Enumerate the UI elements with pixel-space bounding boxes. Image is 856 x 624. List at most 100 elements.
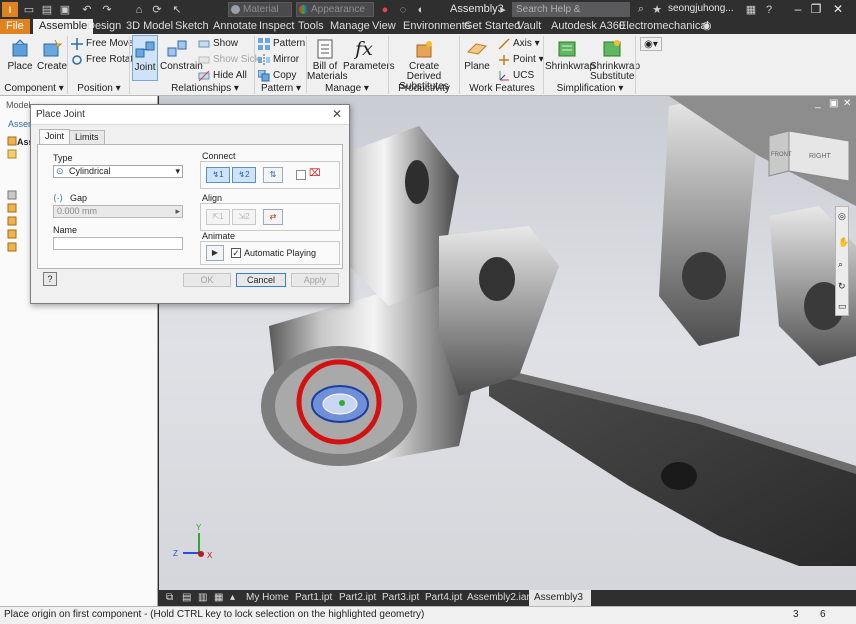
- user-account-menu[interactable]: seongjuhong...: [668, 3, 734, 14]
- pattern-panel-label[interactable]: Pattern ▾: [256, 82, 306, 95]
- play-button[interactable]: ▶: [206, 245, 224, 261]
- favorites-star-icon[interactable]: ★: [650, 2, 664, 17]
- clear-override-icon[interactable]: ◌: [396, 2, 410, 17]
- pan-icon[interactable]: ✋: [838, 237, 849, 248]
- lock-checkbox[interactable]: [296, 170, 306, 180]
- dialog-title-bar[interactable]: Place Joint ✕: [31, 105, 349, 125]
- productivity-panel-label[interactable]: Productivity: [392, 82, 456, 95]
- show-button[interactable]: Show: [198, 37, 238, 51]
- adjust-icon[interactable]: ◐: [414, 2, 428, 17]
- save-icon[interactable]: ▣: [58, 2, 72, 17]
- ribbon-options-icon[interactable]: ◉: [696, 19, 718, 34]
- joint-button[interactable]: Joint: [132, 35, 158, 81]
- doc-tab-part2[interactable]: Part2.ipt: [334, 590, 381, 606]
- parameters-button[interactable]: fx Parameters: [343, 38, 395, 72]
- work-features-panel-label[interactable]: Work Features: [462, 82, 542, 95]
- model-tab-label[interactable]: Model: [6, 100, 31, 110]
- minimize-button[interactable]: –: [790, 2, 806, 17]
- relationships-panel-label[interactable]: Relationships ▾: [160, 82, 250, 95]
- place-button[interactable]: Place: [6, 38, 34, 72]
- color-override-icon[interactable]: ●: [378, 2, 392, 17]
- name-input[interactable]: [53, 237, 183, 250]
- home-icon[interactable]: ⌂: [132, 2, 146, 17]
- component-panel-label[interactable]: Component ▾: [2, 82, 66, 95]
- doc-tabs-menu-icon[interactable]: ▴: [225, 590, 240, 606]
- ribbon-expand-button[interactable]: ◉▾: [640, 37, 662, 51]
- viewport-minimize-button[interactable]: _: [815, 98, 821, 109]
- gap-input[interactable]: 0.000 mm ▸: [53, 205, 183, 218]
- help-icon[interactable]: ?: [762, 2, 776, 17]
- document-tab-bar: ⧉ ▤ ▥ ▦ ▴ My Home Part1.ipt Part2.ipt Pa…: [159, 590, 856, 619]
- binoculars-icon[interactable]: ⌕: [634, 2, 648, 17]
- doc-tab-part3[interactable]: Part3.ipt: [377, 590, 424, 606]
- active-doc-tab-label: Assembly3: [534, 592, 583, 603]
- copy-button[interactable]: Copy: [258, 69, 296, 83]
- appearance-dropdown[interactable]: Appearance: [296, 2, 374, 17]
- apply-button[interactable]: Apply: [291, 273, 339, 287]
- viewport-close-button[interactable]: ✕: [843, 98, 851, 109]
- doc-tab-part1[interactable]: Part1.ipt: [290, 590, 337, 606]
- zoom-icon[interactable]: ⌕: [838, 259, 843, 270]
- look-at-icon[interactable]: ▭: [838, 301, 847, 312]
- ok-button[interactable]: OK: [183, 273, 231, 287]
- open-folder-icon[interactable]: ▤: [40, 2, 54, 17]
- chevron-down-icon: ▾: [175, 166, 180, 176]
- new-file-icon[interactable]: ▭: [22, 2, 36, 17]
- connect-origin-2-button[interactable]: ↯2: [232, 167, 256, 183]
- select-icon[interactable]: ↖: [170, 2, 184, 17]
- create-button[interactable]: Create: [37, 38, 67, 72]
- close-window-button[interactable]: ✕: [830, 2, 846, 17]
- mirror-button[interactable]: Mirror: [258, 53, 299, 67]
- simplification-panel-label[interactable]: Simplification ▾: [548, 82, 632, 95]
- update-icon[interactable]: ⟳: [150, 2, 164, 17]
- ucs-icon: [499, 71, 509, 81]
- steering-wheel-icon[interactable]: ◎: [838, 211, 846, 222]
- help-button[interactable]: ?: [43, 272, 57, 286]
- ucs-button[interactable]: UCS: [498, 69, 534, 83]
- ribbon-divider: [67, 36, 68, 94]
- help-search-input[interactable]: Search Help & Commands...: [512, 2, 630, 30]
- doc-tab-my-home[interactable]: My Home: [241, 590, 294, 606]
- tab-joint[interactable]: Joint: [39, 129, 71, 145]
- undo-icon[interactable]: ↶: [80, 2, 94, 17]
- automatic-playing-checkbox[interactable]: ✓: [231, 248, 241, 258]
- constrain-button[interactable]: Constrain: [160, 38, 203, 72]
- show-sick-button[interactable]: Show Sick: [198, 53, 260, 67]
- point-button[interactable]: Point ▾: [498, 53, 544, 67]
- tab-vault[interactable]: Vault: [511, 19, 547, 34]
- flip-component-button[interactable]: ⇅: [263, 167, 283, 183]
- doc-tab-part4[interactable]: Part4.ipt: [420, 590, 467, 606]
- gap-value: 0.000 mm: [57, 206, 98, 216]
- redo-icon[interactable]: ↷: [100, 2, 114, 17]
- axis-button[interactable]: Axis ▾: [498, 37, 540, 51]
- cart-icon[interactable]: ▦: [744, 2, 758, 17]
- shrinkwrap-button[interactable]: Shrinkwrap: [545, 38, 595, 72]
- cascade-windows-icon[interactable]: ⧉: [161, 590, 178, 606]
- orbit-icon[interactable]: ↻: [838, 281, 846, 292]
- cancel-button[interactable]: Cancel: [236, 273, 286, 287]
- connect-origin-1-button[interactable]: ↯1: [206, 167, 230, 183]
- joint-type-select[interactable]: ⊙ Cylindrical ▾: [53, 165, 183, 178]
- search-expand-icon[interactable]: ▸: [496, 2, 510, 17]
- restore-button[interactable]: ❐: [808, 2, 824, 17]
- doc-tab-assembly3[interactable]: Assembly3 ✕: [529, 590, 591, 619]
- bill-of-materials-button[interactable]: Bill of Materials: [307, 38, 348, 82]
- viewcube[interactable]: RIGHT FRONT: [768, 130, 850, 182]
- align-1-button[interactable]: ⇱1: [206, 209, 230, 225]
- dialog-close-button[interactable]: ✕: [329, 107, 345, 122]
- manage-panel-label[interactable]: Manage ▾: [310, 82, 384, 95]
- align-2-button[interactable]: ⇲2: [232, 209, 256, 225]
- pattern-button[interactable]: Pattern: [258, 37, 305, 51]
- tab-file[interactable]: File: [0, 19, 30, 34]
- hide-all-button[interactable]: Hide All: [198, 69, 247, 83]
- app-menu-icon[interactable]: I: [2, 2, 18, 17]
- position-panel-label[interactable]: Position ▾: [70, 82, 128, 95]
- shrinkwrap-substitute-button[interactable]: Shrinkwrap Substitute: [590, 38, 640, 82]
- tab-limits[interactable]: Limits: [69, 130, 105, 144]
- material-dropdown[interactable]: Material: [228, 2, 292, 17]
- clevis-left-ear-hole: [405, 160, 429, 204]
- invert-alignment-button[interactable]: ⇄: [263, 209, 283, 225]
- viewport-restore-button[interactable]: ▣: [829, 98, 838, 109]
- free-move-button[interactable]: Free Move: [71, 37, 134, 51]
- plane-button[interactable]: Plane: [463, 38, 491, 72]
